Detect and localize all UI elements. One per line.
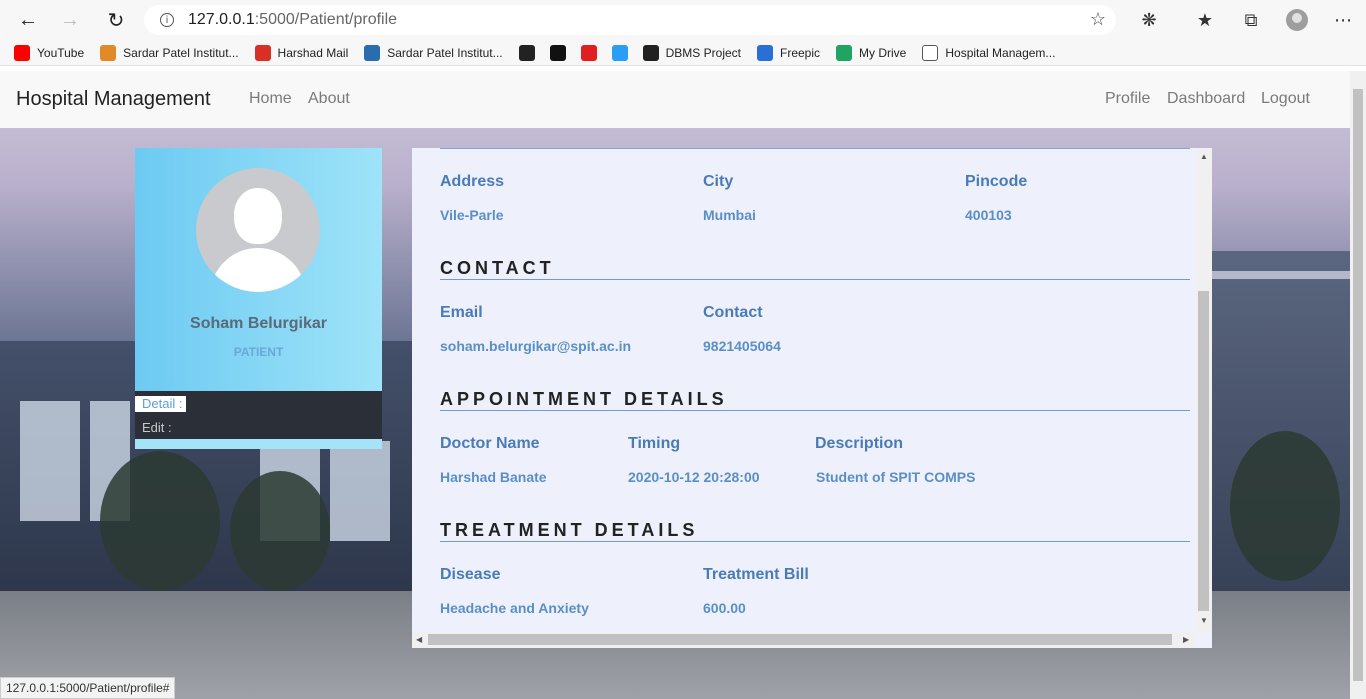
bookmark-item[interactable] [518, 44, 542, 61]
disease-value: Headache and Anxiety [440, 600, 589, 616]
doctor-value: Harshad Banate [440, 469, 547, 485]
bookmark-item[interactable] [611, 44, 635, 61]
bill-value: 600.00 [703, 600, 746, 616]
address-bar[interactable]: i 127.0.0.1:5000/Patient/profile ☆ [144, 5, 1116, 35]
treatment-heading: TREATMENT DETAILS [440, 520, 699, 540]
bookmark-item[interactable]: Hospital Managem... [922, 44, 1056, 61]
bookmark-icon [100, 44, 117, 61]
url-path: :5000/Patient/profile [254, 11, 398, 28]
page-viewport: Hospital Management Home About Profile D… [0, 71, 1350, 699]
nav-dashboard-link[interactable]: Dashboard [1167, 90, 1245, 108]
bookmark-icon [518, 44, 535, 61]
top-navbar: Hospital Management Home About Profile D… [0, 71, 1350, 128]
bookmark-icon [549, 44, 566, 61]
brand-title[interactable]: Hospital Management [16, 88, 211, 111]
favorite-star-icon[interactable]: ☆ [1090, 9, 1106, 30]
avatar [196, 168, 320, 292]
bookmark-label: YouTube [37, 45, 85, 60]
bookmark-item[interactable]: DBMS Project [642, 44, 741, 61]
email-value: soham.belurgikar@spit.ac.in [440, 338, 632, 354]
bookmark-label: My Drive [859, 45, 907, 60]
bill-label: Treatment Bill [703, 566, 809, 583]
page-vertical-scrollbar[interactable] [1350, 71, 1366, 699]
appointment-heading: APPOINTMENT DETAILS [440, 389, 728, 409]
bookmark-icon [14, 44, 30, 61]
profile-role: PATIENT [233, 345, 284, 359]
nav-home-link[interactable]: Home [249, 90, 292, 108]
status-bar-url: 127.0.0.1:5000/Patient/profile# [0, 677, 176, 699]
bookmark-icon [757, 44, 773, 61]
profile-avatar-icon[interactable] [1274, 0, 1320, 40]
doctor-label: Doctor Name [440, 435, 540, 452]
contact-heading: CONTACT [440, 258, 555, 278]
collections-icon[interactable]: ⧉ [1228, 0, 1274, 40]
profile-name: Soham Belurgikar [190, 315, 327, 332]
bookmark-label: Sardar Patel Institut... [387, 45, 503, 60]
nav-profile-link[interactable]: Profile [1105, 90, 1150, 108]
reload-icon[interactable]: ↻ [96, 0, 136, 40]
email-label: Email [440, 304, 483, 321]
bookmark-item[interactable]: Sardar Patel Institut... [100, 44, 239, 61]
bookmark-label: Harshad Mail [277, 45, 349, 60]
menu-detail-link[interactable]: Detail : [135, 396, 186, 412]
browser-toolbar: ← → ↻ i 127.0.0.1:5000/Patient/profile ☆… [0, 0, 1366, 40]
bookmark-item[interactable]: YouTube [14, 44, 85, 61]
description-label: Description [815, 435, 904, 452]
favorites-icon[interactable]: ★ [1182, 0, 1228, 40]
bookmark-label: Hospital Managem... [945, 45, 1056, 60]
panel-vertical-scrollbar[interactable]: ▲ ▼ [1196, 148, 1212, 632]
nav-about-link[interactable]: About [308, 90, 350, 108]
bookmark-icon [364, 44, 381, 61]
address-value: Vile-Parle [440, 207, 504, 223]
bookmark-icon [611, 44, 628, 61]
bookmark-icon [580, 44, 597, 61]
details-panel[interactable]: Address City Pincode Vile-Parle Mumbai 4… [412, 148, 1212, 648]
timing-label: Timing [628, 435, 681, 452]
contact-label: Contact [703, 304, 763, 321]
city-label: City [703, 173, 734, 190]
disease-label: Disease [440, 566, 501, 583]
more-menu-icon[interactable]: ⋯ [1320, 0, 1366, 40]
pincode-value: 400103 [965, 207, 1012, 223]
bookmark-label: DBMS Project [665, 45, 741, 60]
profile-card: Soham Belurgikar PATIENT Detail : Edit : [135, 148, 382, 449]
profile-menu: Detail : Edit : [135, 391, 382, 439]
bookmark-item[interactable]: Sardar Patel Institut... [364, 44, 503, 61]
site-info-icon[interactable]: i [160, 13, 174, 27]
timing-value: 2020-10-12 20:28:00 [628, 469, 760, 485]
bookmark-icon [254, 44, 271, 61]
bookmark-icon [642, 44, 659, 61]
extension-icon[interactable]: ❋ [1126, 0, 1172, 40]
description-value: Student of SPIT COMPS [816, 469, 976, 485]
bookmarks-bar: YouTube Sardar Patel Institut... Harshad M… [0, 40, 1366, 66]
back-icon[interactable]: ← [8, 0, 48, 40]
url-host: 127.0.0.1 [188, 11, 255, 28]
bookmark-icon [836, 44, 853, 61]
bookmark-item[interactable]: My Drive [836, 44, 907, 61]
bookmark-label: Freepic [780, 45, 821, 60]
address-label: Address [440, 173, 505, 190]
pincode-label: Pincode [965, 173, 1028, 190]
bookmark-label: Sardar Patel Institut... [123, 45, 239, 60]
panel-horizontal-scrollbar[interactable]: ◀ ▶ [412, 632, 1196, 648]
bookmark-item[interactable]: Harshad Mail [254, 44, 349, 61]
city-value: Mumbai [703, 207, 756, 223]
forward-icon[interactable]: → [50, 0, 90, 40]
menu-edit-link[interactable]: Edit : [135, 420, 172, 436]
bookmark-item[interactable] [580, 44, 604, 61]
bookmark-item[interactable]: Freepic [757, 44, 821, 61]
bookmark-item[interactable] [549, 44, 573, 61]
nav-logout-link[interactable]: Logout [1261, 90, 1310, 108]
contact-value: 9821405064 [703, 338, 781, 354]
bookmark-icon [922, 44, 939, 61]
